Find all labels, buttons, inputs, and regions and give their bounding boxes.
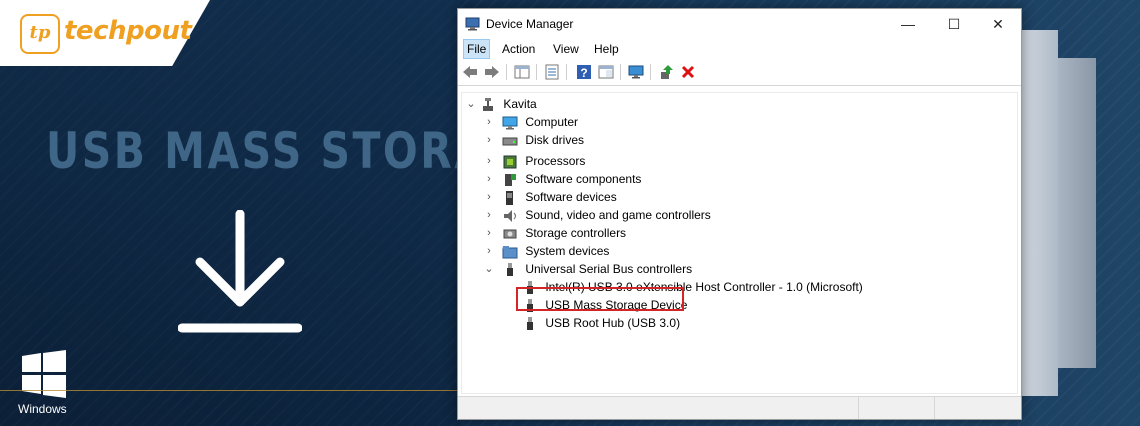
- tree-item-usb-controllers[interactable]: ⌄ Universal Serial Bus controllers: [484, 260, 692, 278]
- device-manager-icon: [465, 17, 480, 31]
- title-bar: Device Manager — ☐ ✕: [458, 9, 1021, 39]
- tree-item-label: Disk drives: [525, 133, 585, 147]
- tree-item-system-devices[interactable]: › System devices: [484, 242, 609, 260]
- folder-icon: [502, 245, 518, 259]
- tree-item-label: USB Root Hub (USB 3.0): [545, 316, 681, 330]
- expand-chevron-icon[interactable]: ›: [484, 242, 494, 260]
- tree-item-usb-root-hub[interactable]: USB Root Hub (USB 3.0): [522, 314, 680, 332]
- forward-arrow-icon[interactable]: [484, 64, 500, 80]
- tree-item-software-devices[interactable]: › Software devices: [484, 188, 617, 206]
- usb-icon: [507, 262, 513, 276]
- status-divider: [858, 397, 859, 419]
- tree-item-label: Software devices: [525, 190, 617, 204]
- divider-line: [0, 390, 520, 391]
- close-button[interactable]: ✕: [975, 9, 1021, 39]
- logo-mark: tp: [20, 14, 60, 54]
- tree-item-label: Software components: [525, 172, 642, 186]
- toolbar-separator: [620, 64, 621, 80]
- monitor-icon: [502, 116, 518, 130]
- tree-item-label: System devices: [525, 244, 610, 258]
- properties-icon[interactable]: [544, 64, 560, 80]
- svg-text:?: ?: [580, 66, 587, 80]
- expand-chevron-icon[interactable]: ›: [484, 170, 494, 188]
- tree-item-label: Computer: [525, 115, 579, 129]
- toolbar-separator: [650, 64, 651, 80]
- collapse-chevron-icon[interactable]: ⌄: [484, 260, 494, 278]
- toolbar: ?: [458, 59, 1021, 86]
- menu-bar: File Action View Help: [458, 39, 1021, 59]
- collapse-chevron-icon[interactable]: ⌄: [466, 95, 476, 113]
- maximize-button[interactable]: ☐: [931, 9, 977, 39]
- menu-action[interactable]: Action: [502, 42, 535, 56]
- uninstall-icon[interactable]: [680, 64, 696, 80]
- speaker-icon: [504, 209, 516, 222]
- tree-item-label: Universal Serial Bus controllers: [525, 262, 693, 276]
- view-icon[interactable]: [598, 64, 614, 80]
- expand-chevron-icon[interactable]: ›: [484, 224, 494, 242]
- tree-item-label: Processors: [525, 154, 586, 168]
- toolbar-separator: [536, 64, 537, 80]
- expand-chevron-icon[interactable]: ›: [484, 113, 494, 131]
- selection-highlight-box: [516, 287, 684, 311]
- computer-root-icon: [483, 97, 493, 111]
- tree-item-label: Sound, video and game controllers: [525, 208, 711, 222]
- storage-controller-icon: [503, 229, 517, 239]
- menu-view[interactable]: View: [553, 42, 579, 56]
- update-driver-icon[interactable]: [658, 64, 674, 80]
- help-icon[interactable]: ?: [576, 64, 592, 80]
- tree-item-label: Storage controllers: [525, 226, 627, 240]
- expand-chevron-icon[interactable]: ›: [484, 152, 494, 170]
- tree-item-sound-video[interactable]: › Sound, video and game controllers: [484, 206, 711, 224]
- tree-root[interactable]: ⌄ Kavita: [466, 95, 537, 113]
- tree-item-software-components[interactable]: › Software components: [484, 170, 641, 188]
- device-icon: [506, 190, 513, 205]
- background-stack-panel: [1058, 58, 1096, 368]
- minimize-button[interactable]: —: [885, 9, 931, 39]
- puzzle-icon: [505, 173, 516, 186]
- tree-item-disk-drives[interactable]: › Disk drives: [484, 131, 584, 149]
- menu-help[interactable]: Help: [594, 42, 619, 56]
- toolbar-separator: [566, 64, 567, 80]
- status-divider: [934, 397, 935, 419]
- scan-hardware-icon[interactable]: [628, 64, 644, 80]
- disk-icon: [502, 137, 518, 146]
- chip-icon: [503, 155, 517, 169]
- device-manager-window: Device Manager — ☐ ✕ File Action View He…: [457, 8, 1022, 420]
- menu-file[interactable]: File: [463, 39, 491, 59]
- tree-item-computer[interactable]: › Computer: [484, 113, 578, 131]
- expand-chevron-icon[interactable]: ›: [484, 206, 494, 224]
- tree-root-label: Kavita: [503, 97, 537, 111]
- windows-label: Windows: [18, 402, 67, 416]
- expand-chevron-icon[interactable]: ›: [484, 131, 494, 149]
- back-arrow-icon[interactable]: [462, 64, 478, 80]
- tree-item-storage-controllers[interactable]: › Storage controllers: [484, 224, 626, 242]
- background-stack-panel: [1020, 30, 1058, 396]
- download-icon: [178, 210, 302, 333]
- device-tree: ⌄ Kavita › Computer › Disk drives › Proc…: [461, 92, 1018, 394]
- expand-chevron-icon[interactable]: ›: [484, 188, 494, 206]
- window-title: Device Manager: [486, 17, 574, 31]
- tree-item-processors[interactable]: › Processors: [484, 152, 585, 170]
- brand-name: techpout: [64, 16, 192, 46]
- toolbar-separator: [506, 64, 507, 80]
- status-bar: [458, 396, 1021, 419]
- show-hide-console-tree-icon[interactable]: [514, 64, 530, 80]
- usb-device-icon: [527, 316, 533, 330]
